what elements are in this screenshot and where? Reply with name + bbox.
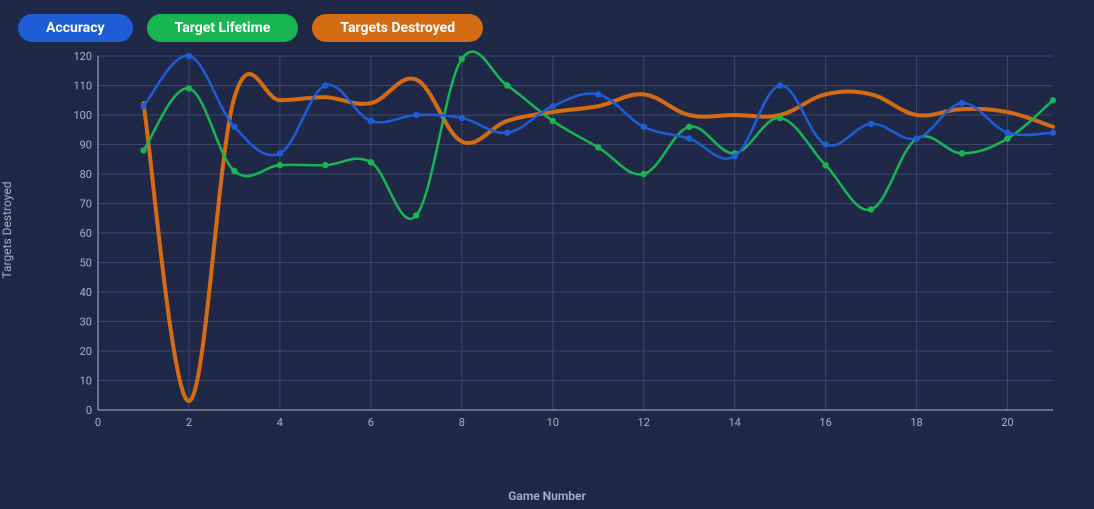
x-tick-label: 4 xyxy=(277,416,283,429)
chart-svg: 0 10 20 30 40 50 60 70 80 90 100 110 120 0 2 4 6 8 10 12 14 1… xyxy=(60,50,1065,450)
data-point xyxy=(1004,130,1010,136)
data-point xyxy=(913,135,919,141)
data-point xyxy=(868,206,874,212)
data-point xyxy=(322,162,328,168)
data-point xyxy=(959,150,965,156)
x-tick-label: 6 xyxy=(368,416,374,429)
data-point xyxy=(277,162,283,168)
data-point xyxy=(1050,97,1056,103)
data-point xyxy=(186,85,192,91)
data-point xyxy=(459,56,465,62)
y-tick-label: 80 xyxy=(80,168,92,181)
data-point xyxy=(322,82,328,88)
x-tick-label: 14 xyxy=(728,416,740,429)
data-point xyxy=(686,135,692,141)
chart-plot-area: 0 10 20 30 40 50 60 70 80 90 100 110 120 0 2 4 6 8 10 12 14 1… xyxy=(60,50,1065,450)
data-point xyxy=(595,91,601,97)
y-tick-label: 110 xyxy=(73,80,92,93)
data-point xyxy=(959,100,965,106)
series-group xyxy=(140,52,1056,402)
y-axis-label: Targets Destroyed xyxy=(0,182,14,279)
legend: Accuracy Target Lifetime Targets Destroyed xyxy=(18,14,483,42)
x-tick-label: 16 xyxy=(819,416,831,429)
data-point xyxy=(231,168,237,174)
y-tick-label: 70 xyxy=(80,198,92,211)
x-tick-label: 2 xyxy=(186,416,192,429)
x-tick-label: 8 xyxy=(459,416,465,429)
data-point xyxy=(595,144,601,150)
data-point xyxy=(504,130,510,136)
data-point xyxy=(777,82,783,88)
y-tick-label: 90 xyxy=(80,139,92,152)
y-tick-label: 100 xyxy=(73,109,92,122)
data-point xyxy=(686,124,692,130)
y-tick-label: 60 xyxy=(80,227,92,240)
data-point xyxy=(413,112,419,118)
legend-item-target-lifetime[interactable]: Target Lifetime xyxy=(147,14,299,42)
data-point xyxy=(641,124,647,130)
data-point xyxy=(459,115,465,121)
data-point xyxy=(550,118,556,124)
data-point xyxy=(641,171,647,177)
x-tick-label: 0 xyxy=(95,416,101,429)
data-point xyxy=(822,141,828,147)
x-tick-label: 10 xyxy=(547,416,559,429)
data-point xyxy=(822,162,828,168)
data-point xyxy=(368,118,374,124)
y-tick-label: 30 xyxy=(80,316,92,329)
legend-item-accuracy[interactable]: Accuracy xyxy=(18,14,133,42)
x-axis-label: Game Number xyxy=(508,489,586,503)
y-tick-label: 120 xyxy=(73,50,92,63)
data-point xyxy=(868,121,874,127)
y-tick-label: 10 xyxy=(80,375,92,388)
x-tick-label: 20 xyxy=(1001,416,1013,429)
chart-container: Accuracy Target Lifetime Targets Destroyed… xyxy=(0,0,1094,509)
data-point xyxy=(550,103,556,109)
data-point xyxy=(186,53,192,59)
data-point xyxy=(1004,135,1010,141)
data-point xyxy=(231,124,237,130)
data-point xyxy=(504,82,510,88)
data-point xyxy=(731,153,737,159)
legend-item-label: Target Lifetime xyxy=(175,20,271,36)
y-tick-label: 20 xyxy=(80,345,92,358)
data-point xyxy=(368,159,374,165)
data-point xyxy=(277,150,283,156)
data-point xyxy=(777,115,783,121)
data-point xyxy=(140,103,146,109)
x-tick-label: 12 xyxy=(638,416,650,429)
y-tick-label: 50 xyxy=(80,257,92,270)
y-tick-label: 0 xyxy=(86,404,92,417)
y-tick-label: 40 xyxy=(80,286,92,299)
legend-item-label: Accuracy xyxy=(46,20,105,36)
x-tick-label: 18 xyxy=(910,416,922,429)
legend-item-targets-destroyed[interactable]: Targets Destroyed xyxy=(312,14,483,42)
legend-item-label: Targets Destroyed xyxy=(340,20,455,36)
data-point xyxy=(1050,130,1056,136)
data-point xyxy=(413,212,419,218)
data-point xyxy=(140,147,146,153)
